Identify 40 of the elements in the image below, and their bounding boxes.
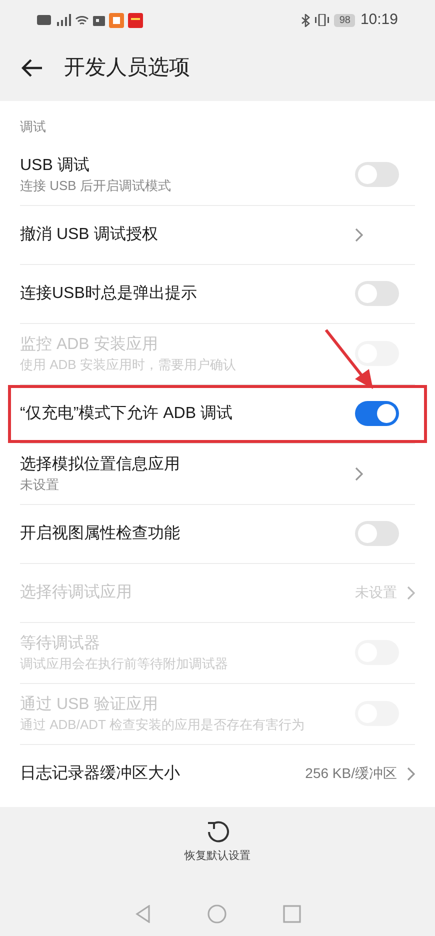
setting-title: 选择待调试应用: [20, 582, 133, 602]
setting-title: 选择模拟位置信息应用: [20, 454, 181, 474]
page-title: 开发人员选项: [64, 54, 190, 81]
vibrate-icon: [315, 14, 330, 26]
nav-back-icon[interactable]: [134, 905, 150, 923]
nav-home-icon[interactable]: [206, 904, 226, 924]
toggle-switch[interactable]: [355, 521, 399, 546]
toggle-switch[interactable]: [355, 401, 399, 426]
chevron-icon: [355, 466, 363, 480]
section-label: 调试: [19, 118, 47, 136]
setting-title: 等待调试器: [20, 634, 101, 654]
setting-value: 256 KB/缓冲区: [305, 764, 397, 783]
chevron-icon: [407, 586, 415, 600]
setting-title: 日志记录器缓冲区大小: [20, 764, 181, 784]
chevron-icon: [407, 766, 415, 780]
bluetooth-icon: [301, 14, 310, 26]
setting-title: 开启视图属性检查功能: [20, 524, 181, 544]
setting-title: 连接USB时总是弹出提示: [20, 284, 198, 304]
toggle-switch[interactable]: [355, 162, 399, 187]
signal-icon: [55, 14, 71, 26]
chevron-icon: [355, 228, 363, 242]
setting-subtitle: 连接 USB 后开启调试模式: [20, 176, 172, 194]
status-time: 10:19: [360, 10, 398, 30]
back-icon[interactable]: [20, 58, 44, 78]
app-icon: [109, 12, 124, 28]
setting-title: USB 调试: [20, 156, 90, 176]
wifi-icon: [75, 14, 89, 26]
restore-defaults-button[interactable]: 恢复默认设置: [184, 848, 250, 864]
setting-subtitle: 未设置: [20, 476, 60, 494]
setting-title: “仅充电”模式下允许 ADB 调试: [20, 404, 234, 424]
nav-recents-icon[interactable]: [282, 905, 300, 923]
app-icon: [128, 12, 143, 28]
hd-icon: [37, 15, 51, 25]
battery-level: 98: [334, 14, 356, 26]
setting-title: 监控 ADB 安装应用: [20, 334, 159, 354]
toggle-switch[interactable]: [355, 281, 399, 306]
setting-title: 通过 USB 验证应用: [20, 694, 159, 714]
calendar-icon: [93, 14, 105, 26]
arrow-annotation: [323, 326, 375, 390]
setting-title: 撤消 USB 调试授权: [20, 224, 159, 244]
